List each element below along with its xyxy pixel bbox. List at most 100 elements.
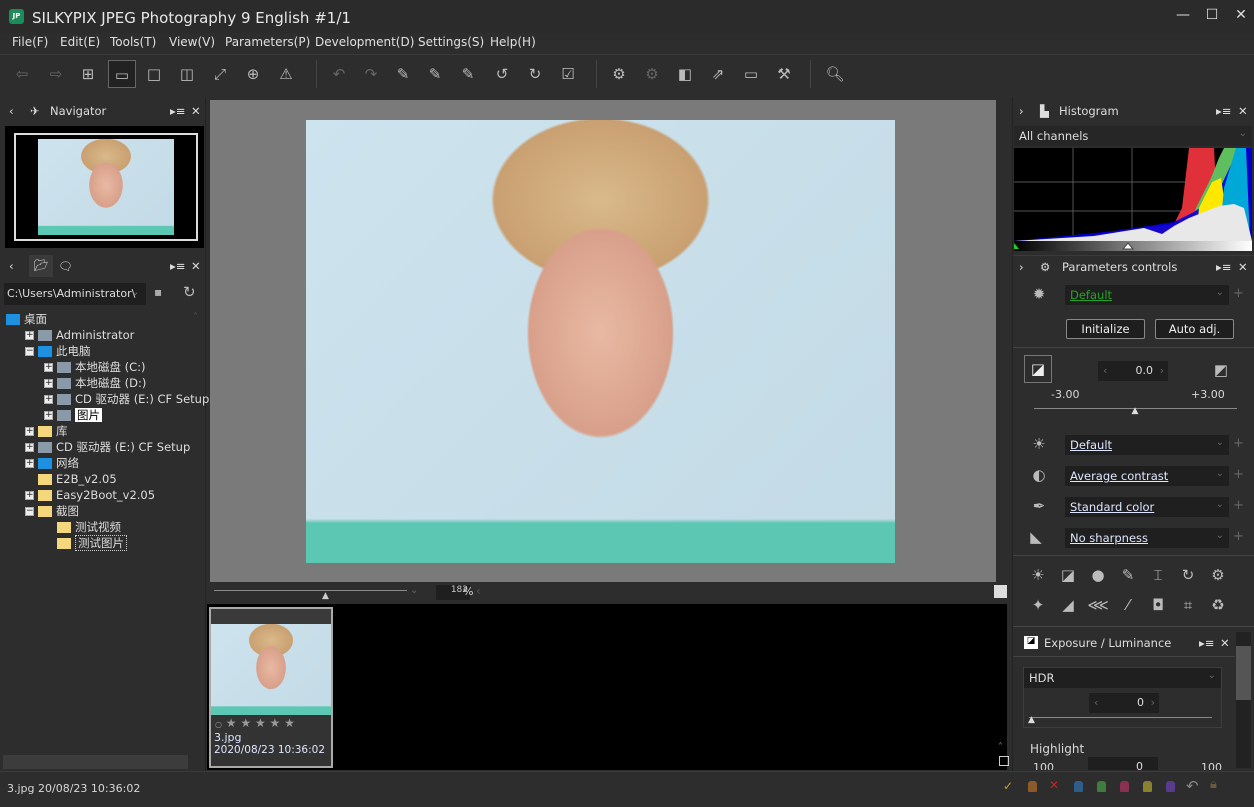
blue-tag-icon[interactable]: [1074, 781, 1083, 792]
scroll-up-icon[interactable]: ˄: [998, 742, 1003, 753]
panel-close-icon[interactable]: ✕: [1220, 636, 1230, 650]
tree-item[interactable]: + 本地磁盘 (C:): [6, 359, 191, 375]
purple-tag-icon[interactable]: [1166, 781, 1175, 792]
delete-icon[interactable]: ✕: [1049, 778, 1059, 792]
tree-item[interactable]: − 此电脑: [6, 343, 191, 359]
hdr-dropdown[interactable]: HDR ⌄: [1024, 668, 1221, 688]
redo-icon[interactable]: ↷: [357, 60, 385, 88]
crop-icon[interactable]: ⌗: [1177, 596, 1199, 614]
exposure-slider-handle[interactable]: ▲: [1132, 406, 1139, 416]
grid-guide-icon[interactable]: ⊕: [239, 60, 267, 88]
tree-item[interactable]: + Easy2Boot_v2.05: [6, 487, 191, 503]
hdr-value-stepper[interactable]: ‹ 0 ›: [1089, 693, 1159, 713]
path-combobox[interactable]: C:\Users\Administrator\: [4, 283, 146, 305]
tree-item[interactable]: + CD 驱动器 (E:) CF Setup: [6, 439, 191, 455]
maximize-button[interactable]: ☐: [1197, 4, 1227, 26]
folder-up-icon[interactable]: ▪: [154, 285, 162, 299]
menu-parameters[interactable]: Parameters(P): [225, 35, 310, 49]
fish-eye-icon[interactable]: ⋘: [1087, 596, 1109, 614]
lock-icon[interactable]: 🔒︎: [1210, 777, 1217, 792]
tone-dropdown[interactable]: Average contrast ⌄: [1065, 466, 1229, 486]
color-ball-icon[interactable]: ●: [1087, 566, 1109, 584]
add-icon[interactable]: +: [1233, 436, 1244, 451]
rotate-right-icon[interactable]: ↻: [521, 60, 549, 88]
single-view-icon[interactable]: □: [140, 60, 168, 88]
zoom-slider-handle[interactable]: ▲: [322, 591, 329, 601]
prev-icon[interactable]: ⇦: [8, 60, 36, 88]
exposure-value-stepper[interactable]: ‹ 0.0 ›: [1098, 361, 1168, 381]
chevron-left-icon[interactable]: ‹: [476, 584, 481, 598]
add-icon[interactable]: +: [1233, 529, 1244, 544]
exposure-tool-icon[interactable]: ☀: [1027, 566, 1049, 584]
white-balance-tool-icon[interactable]: ✎: [1117, 566, 1139, 584]
green-tag-icon[interactable]: [1097, 781, 1106, 792]
expand-icon[interactable]: +: [25, 443, 34, 452]
menu-file[interactable]: File(F): [12, 35, 48, 49]
sharpness-dropdown[interactable]: No sharpness ⌄: [1065, 528, 1229, 548]
monitor-icon[interactable]: ▭: [737, 60, 765, 88]
panel-menu-icon[interactable]: ▸≡: [1199, 636, 1214, 650]
tree-item[interactable]: + 库: [6, 423, 191, 439]
menu-view[interactable]: View(V): [169, 35, 215, 49]
menu-help[interactable]: Help(H): [490, 35, 536, 49]
expand-icon[interactable]: +: [44, 395, 53, 404]
collapse-icon[interactable]: ‹: [9, 259, 14, 273]
expand-icon[interactable]: ›: [1019, 260, 1024, 274]
auto-exposure-icon[interactable]: ◩: [1210, 361, 1232, 379]
thumbnail-image[interactable]: [211, 624, 331, 715]
rating-stars[interactable]: ○ ★ ★ ★ ★ ★: [211, 715, 331, 731]
tree-item[interactable]: 测试视频: [6, 519, 191, 535]
menu-development[interactable]: Development(D): [315, 35, 414, 49]
chevron-down-icon[interactable]: ⌄: [131, 287, 139, 298]
hdr-slider[interactable]: [1029, 717, 1212, 718]
tree-item[interactable]: + 图片: [6, 407, 191, 423]
filmstrip-option-icon[interactable]: [999, 756, 1009, 766]
add-preset-icon[interactable]: +: [1233, 286, 1244, 301]
gradient-icon[interactable]: ◢: [1057, 596, 1079, 614]
menu-settings[interactable]: Settings(S): [418, 35, 484, 49]
eraser-icon[interactable]: ◧: [671, 60, 699, 88]
tools-icon[interactable]: ⚒: [770, 60, 798, 88]
expand-icon[interactable]: +: [25, 331, 34, 340]
menu-edit[interactable]: Edit(E): [60, 35, 100, 49]
red-tag-icon[interactable]: [1120, 781, 1129, 792]
check-icon[interactable]: ✓: [1003, 779, 1013, 793]
dynamic-range-icon[interactable]: ⌶: [1147, 566, 1169, 584]
grid-view-icon[interactable]: ⊞: [74, 60, 102, 88]
panel-menu-icon[interactable]: ▸≡: [1216, 260, 1231, 274]
hdr-slider-handle[interactable]: ▲: [1028, 715, 1035, 725]
warning-icon[interactable]: ⚠: [272, 60, 300, 88]
horizontal-scrollbar[interactable]: [3, 755, 188, 769]
panel-menu-icon[interactable]: ▸≡: [170, 104, 185, 118]
auto-adjust-button[interactable]: Auto adj.: [1155, 319, 1234, 339]
vertical-scrollbar[interactable]: [996, 100, 1007, 582]
panel-close-icon[interactable]: ✕: [1238, 260, 1248, 274]
recycle-icon[interactable]: ♻: [1207, 596, 1229, 614]
loupe-icon[interactable]: 🔍︎: [821, 60, 849, 88]
yellow-tag-icon[interactable]: [1143, 781, 1152, 792]
tone-curve-icon[interactable]: ◪: [1057, 566, 1079, 584]
menu-tools[interactable]: Tools(T): [110, 35, 156, 49]
close-button[interactable]: ✕: [1226, 4, 1254, 26]
main-photo[interactable]: [306, 120, 895, 563]
zoom-dropdown-icon[interactable]: ⌄: [410, 585, 418, 596]
panel-close-icon[interactable]: ✕: [191, 104, 201, 118]
minimize-button[interactable]: —: [1168, 4, 1198, 26]
collapse-icon[interactable]: ‹: [9, 104, 14, 118]
contrast-pipette-icon[interactable]: ✎: [454, 60, 482, 88]
navigator-viewport[interactable]: [14, 133, 198, 241]
thumbnail-card[interactable]: ○ ★ ★ ★ ★ ★ 3.jpg 2020/08/23 10:36:02: [209, 607, 333, 768]
rotate-tool-icon[interactable]: ↻: [1177, 566, 1199, 584]
exposure-bias-icon[interactable]: ◪: [1024, 355, 1052, 383]
tree-item[interactable]: + 网络: [6, 455, 191, 471]
tree-item[interactable]: + CD 驱动器 (E:) CF Setup: [6, 391, 209, 407]
export-icon[interactable]: ⇗: [704, 60, 732, 88]
checkbox-icon[interactable]: ☑: [554, 60, 582, 88]
panel-scrollbar[interactable]: [1236, 632, 1251, 768]
folder-tab-icon[interactable]: 📂︎: [29, 255, 53, 277]
tree-item[interactable]: 测试图片: [6, 535, 191, 551]
panel-close-icon[interactable]: ✕: [1238, 104, 1248, 118]
initialize-button[interactable]: Initialize: [1066, 319, 1145, 339]
rotate-left-icon[interactable]: ↺: [488, 60, 516, 88]
exposure-pipette-icon[interactable]: ✎: [389, 60, 417, 88]
